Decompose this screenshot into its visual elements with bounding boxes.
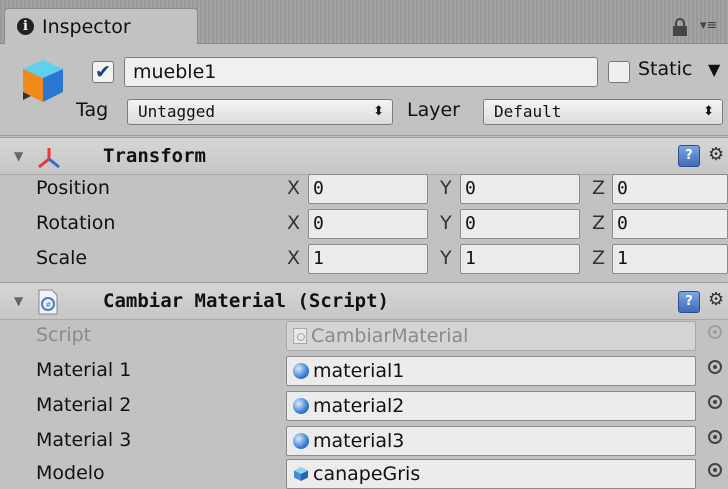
axis-x-label: X xyxy=(287,247,301,269)
script-row: Script CambiarMaterial xyxy=(0,318,728,353)
axis-y-label: Y xyxy=(440,247,452,269)
gear-icon[interactable]: ⚙ xyxy=(708,144,724,165)
dropdown-arrows-icon: ⬍ xyxy=(373,104,384,119)
row-label: Position xyxy=(36,177,110,199)
rotation-x-field[interactable]: 0 xyxy=(308,209,428,239)
material1-field[interactable]: material1 xyxy=(286,356,696,386)
active-checkbox[interactable]: ✔ xyxy=(92,61,114,83)
gear-icon[interactable]: ⚙ xyxy=(708,289,724,310)
position-z-field[interactable]: 0 xyxy=(612,174,728,204)
gameobject-cube-icon xyxy=(23,60,63,102)
layer-value: Default xyxy=(494,102,562,121)
material-sphere-icon xyxy=(293,363,309,379)
axis-z-label: Z xyxy=(592,177,606,199)
object-picker-icon[interactable] xyxy=(708,360,722,374)
tab-bar: i Inspector ▾≡ xyxy=(0,0,728,44)
info-icon: i xyxy=(17,18,34,35)
scale-y-field[interactable]: 1 xyxy=(460,244,580,274)
row-label: Material 1 xyxy=(36,359,132,381)
material-sphere-icon xyxy=(293,398,309,414)
script-file-icon xyxy=(293,328,307,344)
material3-row: Material 3 material3 xyxy=(0,423,728,458)
position-y-field[interactable]: 0 xyxy=(460,174,580,204)
object-header: ✔ mueble1 Static ▼ Tag Untagged ⬍ Layer … xyxy=(0,44,728,136)
fold-arrow-icon[interactable]: ▼ xyxy=(14,149,23,163)
row-label: Material 3 xyxy=(36,429,132,451)
static-checkbox[interactable] xyxy=(608,61,630,83)
axis-y-label: Y xyxy=(440,177,452,199)
row-label: Modelo xyxy=(36,462,105,484)
object-picker-icon xyxy=(708,325,722,339)
scale-x-field[interactable]: 1 xyxy=(308,244,428,274)
tag-dropdown[interactable]: Untagged ⬍ xyxy=(127,99,393,125)
help-icon[interactable]: ? xyxy=(678,145,700,167)
axis-x-label: X xyxy=(287,177,301,199)
row-label: Rotation xyxy=(36,212,116,234)
material2-row: Material 2 material2 xyxy=(0,388,728,423)
help-icon[interactable]: ? xyxy=(678,291,700,313)
tab-inspector[interactable]: i Inspector xyxy=(4,8,198,44)
static-label: Static xyxy=(638,58,693,80)
script-reference-field: CambiarMaterial xyxy=(286,321,696,351)
transform-row-rotation: Rotation X 0 Y 0 Z 0 xyxy=(0,206,728,241)
tab-menu-icon[interactable]: ▾≡ xyxy=(700,18,728,36)
layer-label: Layer xyxy=(407,99,460,121)
axis-y-label: Y xyxy=(440,212,452,234)
fold-arrow-icon[interactable]: ▼ xyxy=(14,294,23,308)
tag-label: Tag xyxy=(76,99,109,121)
row-label: Script xyxy=(36,324,92,346)
object-name-field[interactable]: mueble1 xyxy=(124,57,598,87)
lock-icon[interactable] xyxy=(672,18,688,36)
mesh-cube-icon xyxy=(294,467,308,481)
dropdown-arrows-icon: ⬍ xyxy=(703,104,714,119)
tag-value: Untagged xyxy=(138,102,216,121)
field-value: canapeGris xyxy=(313,463,421,485)
object-picker-icon[interactable] xyxy=(708,463,722,477)
position-x-field[interactable]: 0 xyxy=(308,174,428,204)
object-picker-icon[interactable] xyxy=(708,430,722,444)
axis-z-label: Z xyxy=(592,212,606,234)
layer-dropdown[interactable]: Default ⬍ xyxy=(483,99,723,125)
transform-title: Transform xyxy=(103,145,206,167)
material2-field[interactable]: material2 xyxy=(286,391,696,421)
material3-field[interactable]: material3 xyxy=(286,426,696,456)
script-component-header[interactable]: ▼ # Cambiar Material (Script) ? ⚙ xyxy=(0,282,728,320)
svg-text:#: # xyxy=(46,301,52,309)
transform-row-position: Position X 0 Y 0 Z 0 xyxy=(0,171,728,206)
script-component-title: Cambiar Material (Script) xyxy=(103,290,389,312)
scale-z-field[interactable]: 1 xyxy=(612,244,728,274)
static-dropdown-arrow-icon[interactable]: ▼ xyxy=(708,60,720,79)
transform-row-scale: Scale X 1 Y 1 Z 1 xyxy=(0,241,728,276)
material1-row: Material 1 material1 xyxy=(0,353,728,388)
field-value: CambiarMaterial xyxy=(311,325,469,347)
field-value: material2 xyxy=(313,395,405,417)
tab-title: Inspector xyxy=(42,15,131,38)
row-label: Scale xyxy=(36,247,88,269)
field-value: material1 xyxy=(313,360,405,382)
modelo-row: Modelo canapeGris xyxy=(0,456,728,489)
material-sphere-icon xyxy=(293,433,309,449)
rotation-z-field[interactable]: 0 xyxy=(612,209,728,239)
csharp-script-icon: # xyxy=(38,289,58,315)
transform-axes-icon xyxy=(38,148,60,169)
object-picker-icon[interactable] xyxy=(708,395,722,409)
rotation-y-field[interactable]: 0 xyxy=(460,209,580,239)
row-label: Material 2 xyxy=(36,394,132,416)
axis-z-label: Z xyxy=(592,247,606,269)
modelo-field[interactable]: canapeGris xyxy=(286,459,696,489)
field-value: material3 xyxy=(313,430,405,452)
transform-header[interactable]: ▼ Transform ? ⚙ xyxy=(0,137,728,175)
axis-x-label: X xyxy=(287,212,301,234)
